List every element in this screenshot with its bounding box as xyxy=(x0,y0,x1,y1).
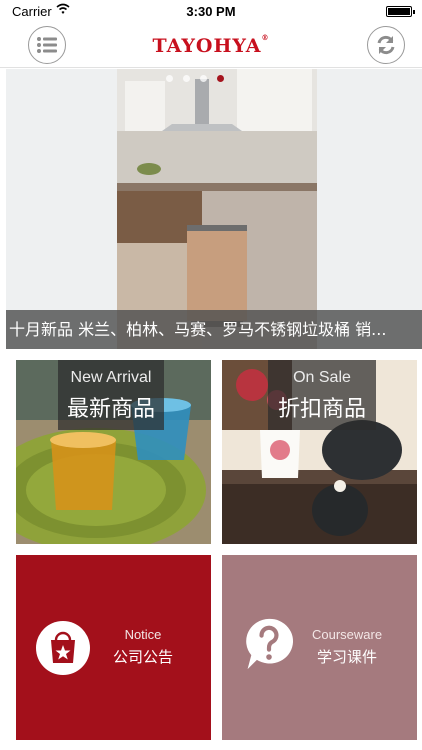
notice-zh: 公司公告 xyxy=(112,648,173,666)
banner-dot[interactable] xyxy=(183,75,190,82)
notice-text: Notice 公司公告 xyxy=(112,627,174,667)
nav-bar: TAYOHYA® xyxy=(0,22,422,68)
shopping-bag-star-icon xyxy=(36,621,90,675)
courseware-zh: 学习课件 xyxy=(316,648,377,666)
banner-page-indicator[interactable] xyxy=(166,75,224,82)
new-arrival-label: New Arrival 最新商品 xyxy=(58,360,164,430)
banner-dot[interactable] xyxy=(166,75,173,82)
banner-caption: 十月新品 米兰、柏林、马赛、罗马不锈钢垃圾桶 销... xyxy=(6,310,422,349)
status-time: 3:30 PM xyxy=(186,4,236,19)
courseware-en: Courseware xyxy=(312,627,383,642)
on-sale-zh: 折扣商品 xyxy=(277,397,366,422)
brand-logo: TAYOHYA® xyxy=(152,33,270,57)
on-sale-en: On Sale xyxy=(293,369,351,386)
on-sale-label: On Sale 折扣商品 xyxy=(268,360,376,430)
status-bar: Carrier 3:30 PM xyxy=(0,0,422,22)
battery-icon xyxy=(386,6,415,17)
notice-en: Notice xyxy=(124,627,162,642)
new-arrival-en: New Arrival xyxy=(70,369,152,386)
question-bubble-icon xyxy=(246,618,294,670)
on-sale-tile[interactable]: On Sale 折扣商品 xyxy=(222,360,417,544)
refresh-button[interactable] xyxy=(367,26,405,64)
banner-dot[interactable] xyxy=(200,75,207,82)
banner-dot-active[interactable] xyxy=(217,75,224,82)
promo-banner[interactable]: 十月新品 米兰、柏林、马赛、罗马不锈钢垃圾桶 销... xyxy=(6,69,422,349)
banner-kitchen-image xyxy=(117,69,317,349)
courseware-text: Courseware 学习课件 xyxy=(312,627,382,667)
courseware-tile[interactable]: Courseware 学习课件 xyxy=(222,555,417,740)
new-arrival-zh: 最新商品 xyxy=(66,397,155,422)
new-arrival-tile[interactable]: New Arrival 最新商品 xyxy=(16,360,211,544)
refresh-icon xyxy=(377,35,395,55)
notice-tile[interactable]: Notice 公司公告 xyxy=(16,555,211,740)
